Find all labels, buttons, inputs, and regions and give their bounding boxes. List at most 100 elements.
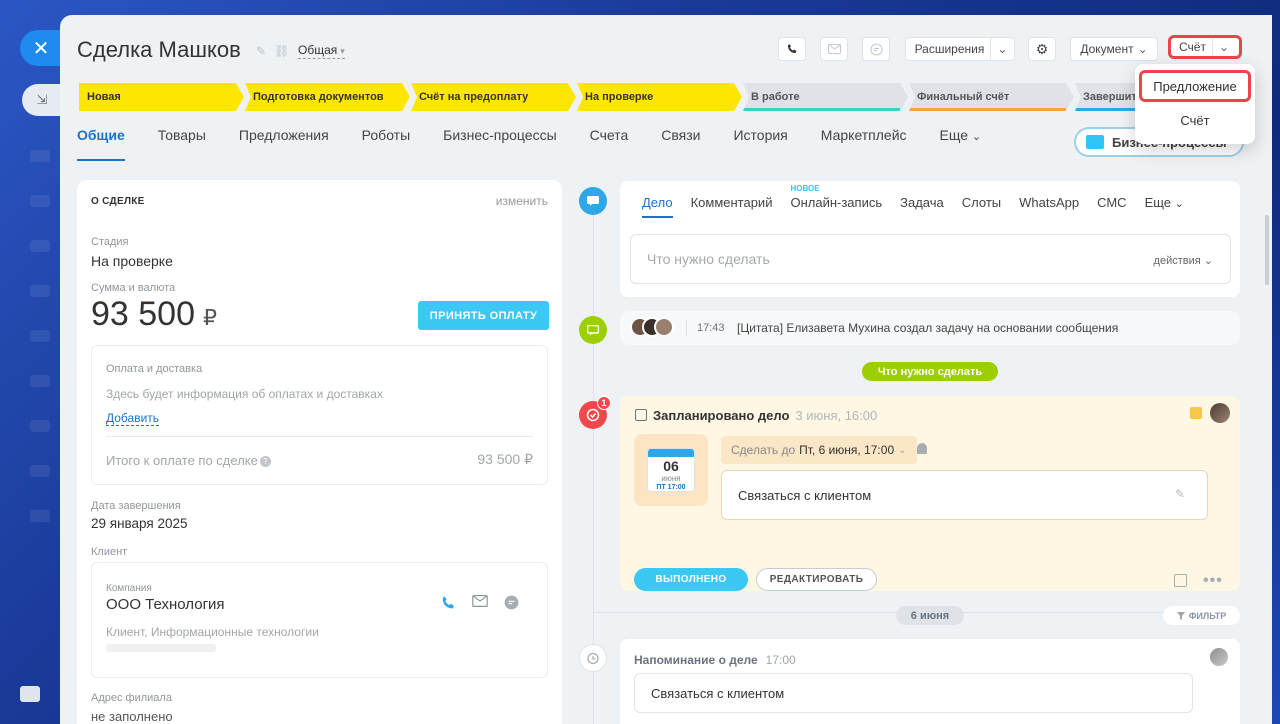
activity-text[interactable]: Связаться с клиентом ✎ bbox=[721, 470, 1208, 520]
close-icon[interactable]: ✕ bbox=[20, 30, 62, 66]
extensions-button[interactable]: Расширения ⌄ bbox=[905, 37, 1015, 61]
tab-invoices[interactable]: Счета bbox=[590, 127, 629, 161]
scrollbar[interactable] bbox=[1265, 215, 1269, 285]
invoice-button[interactable]: Счёт ⌄ bbox=[1168, 35, 1242, 59]
email-button[interactable] bbox=[820, 37, 848, 61]
chevron-down-icon[interactable]: ⌄ bbox=[990, 38, 1013, 60]
etab-online-booking[interactable]: НОВОЕ Онлайн-запись bbox=[790, 184, 883, 218]
deal-info-card: О СДЕЛКЕ изменить Стадия На проверке Сум… bbox=[77, 180, 562, 724]
etab-whatsapp[interactable]: WhatsApp bbox=[1019, 195, 1079, 218]
payment-delivery-box: Оплата и доставка Здесь будет информация… bbox=[91, 345, 548, 485]
etab-more[interactable]: Еще ⌄ bbox=[1145, 195, 1184, 218]
stage-label: Завершит bbox=[1083, 91, 1137, 103]
client-label: Клиент bbox=[91, 546, 128, 558]
close-date-label: Дата завершения bbox=[91, 500, 181, 512]
stage-label: Счёт на предоплату bbox=[419, 91, 529, 103]
amount-number: 93 500 bbox=[91, 295, 195, 333]
chat-button[interactable] bbox=[862, 37, 890, 61]
link-icon[interactable]: ⛓ bbox=[274, 44, 289, 58]
deadline-label: Сделать до bbox=[731, 443, 796, 457]
rail-ghost-item bbox=[30, 150, 50, 162]
stage-label: Финальный счёт bbox=[917, 91, 1010, 103]
quote-item[interactable]: 17:43 [Цитата] Елизавета Мухина создал з… bbox=[620, 311, 1240, 345]
stage-in-work[interactable]: В работе bbox=[743, 83, 908, 111]
tab-links[interactable]: Связи bbox=[661, 127, 700, 161]
complete-checkbox[interactable] bbox=[635, 409, 647, 421]
bell-icon[interactable] bbox=[917, 443, 927, 454]
edit-button[interactable]: РЕДАКТИРОВАТЬ bbox=[756, 568, 877, 591]
activity-title[interactable]: Запланировано дело bbox=[653, 408, 789, 423]
note-icon[interactable] bbox=[1174, 574, 1187, 587]
tab-offers[interactable]: Предложения bbox=[239, 127, 329, 161]
client-type: Компания bbox=[106, 583, 152, 594]
stage-prepay[interactable]: Счёт на предоплату bbox=[411, 83, 576, 111]
chevron-down-icon[interactable]: ⌄ bbox=[1211, 38, 1235, 56]
reminder-text[interactable]: Связаться с клиентом bbox=[634, 673, 1193, 713]
pipeline-label: Общая bbox=[298, 43, 338, 57]
branch-value[interactable]: не заполнено bbox=[91, 709, 173, 724]
avatar[interactable] bbox=[1210, 403, 1230, 423]
document-button[interactable]: Документ ⌄ bbox=[1070, 37, 1158, 61]
stage-field-value[interactable]: На проверке bbox=[91, 253, 173, 269]
tab-more[interactable]: Еще ⌄ bbox=[940, 127, 982, 161]
chevron-down-icon: ⌄ bbox=[1174, 198, 1184, 210]
left-rail: ✕ ⇲ bbox=[0, 0, 62, 724]
deadline-selector[interactable]: Сделать до Пт, 6 июня, 17:00 ⌄ bbox=[721, 436, 917, 464]
tab-robots[interactable]: Роботы bbox=[362, 127, 410, 161]
minimize-icon[interactable]: ⇲ bbox=[22, 84, 62, 116]
calendar-time: ПТ 17:00 bbox=[656, 484, 686, 491]
settings-button[interactable]: ⚙ bbox=[1028, 37, 1056, 61]
stage-new[interactable]: Новая bbox=[79, 83, 244, 111]
etab-slots[interactable]: Слоты bbox=[962, 195, 1001, 218]
tab-marketplace[interactable]: Маркетплейс bbox=[821, 127, 907, 161]
etab-task[interactable]: Задача bbox=[900, 195, 944, 218]
payment-description: Здесь будет информация об оплатах и дост… bbox=[106, 387, 383, 401]
tab-general[interactable]: Общие bbox=[77, 127, 125, 161]
calendar-icon: 06 июня ПТ 17:00 bbox=[634, 434, 708, 506]
filter-button[interactable]: ФИЛЬТР bbox=[1163, 606, 1240, 625]
todo-placeholder: Что нужно сделать bbox=[647, 251, 770, 267]
amount-value[interactable]: 93 500 ₽ bbox=[91, 295, 217, 334]
calendar-header bbox=[648, 449, 694, 457]
stage-color-line bbox=[909, 108, 1066, 111]
accept-payment-button[interactable]: ПРИНЯТЬ ОПЛАТУ bbox=[418, 301, 549, 330]
stage-review[interactable]: На проверке bbox=[577, 83, 742, 111]
invoice-dropdown-menu: Предложение Счёт bbox=[1135, 64, 1255, 144]
etab-deal[interactable]: Дело bbox=[642, 195, 673, 218]
chat-icon[interactable] bbox=[504, 595, 519, 610]
stage-color-line bbox=[743, 108, 900, 111]
mail-icon[interactable] bbox=[472, 595, 488, 607]
tab-products[interactable]: Товары bbox=[158, 127, 206, 161]
help-icon[interactable]: ? bbox=[259, 456, 271, 467]
done-button[interactable]: ВЫПОЛНЕНО bbox=[634, 568, 748, 591]
edit-link[interactable]: изменить bbox=[496, 194, 548, 208]
pipeline-selector[interactable]: Общая ▾ bbox=[298, 43, 345, 59]
menu-item-invoice[interactable]: Счёт bbox=[1135, 104, 1255, 136]
menu-item-offer[interactable]: Предложение bbox=[1139, 70, 1251, 102]
filter-icon bbox=[1176, 611, 1185, 620]
stage-final-invoice[interactable]: Финальный счёт bbox=[909, 83, 1074, 111]
printer-icon[interactable] bbox=[20, 686, 40, 702]
activity-text-value: Связаться с клиентом bbox=[738, 487, 872, 503]
close-date-value[interactable]: 29 января 2025 bbox=[91, 516, 188, 531]
etab-sms[interactable]: СМС bbox=[1097, 195, 1126, 218]
pencil-icon[interactable]: ✎ bbox=[1175, 487, 1185, 501]
etab-online-booking-label: Онлайн-запись bbox=[790, 195, 883, 210]
call-button[interactable] bbox=[778, 37, 806, 61]
rail-ghost-item bbox=[30, 285, 50, 297]
stage-docs[interactable]: Подготовка документов bbox=[245, 83, 410, 111]
etab-comment[interactable]: Комментарий bbox=[691, 195, 773, 218]
stage-label: Новая bbox=[87, 91, 121, 103]
pencil-icon[interactable]: ✎ bbox=[256, 44, 266, 58]
color-marker[interactable] bbox=[1190, 407, 1202, 419]
phone-icon[interactable] bbox=[440, 595, 456, 611]
tab-history[interactable]: История bbox=[733, 127, 787, 161]
more-icon[interactable]: ••• bbox=[1203, 572, 1223, 590]
avatar[interactable] bbox=[1210, 648, 1228, 666]
client-name[interactable]: ООО Технология bbox=[106, 596, 225, 613]
actions-select[interactable]: действия ⌄ bbox=[1154, 254, 1213, 267]
stage-bar: Новая Подготовка документов Счёт на пред… bbox=[79, 83, 1272, 111]
todo-input[interactable]: Что нужно сделать действия ⌄ bbox=[630, 234, 1231, 284]
tab-business-processes[interactable]: Бизнес-процессы bbox=[443, 127, 556, 161]
add-payment-link[interactable]: Добавить bbox=[106, 411, 160, 426]
